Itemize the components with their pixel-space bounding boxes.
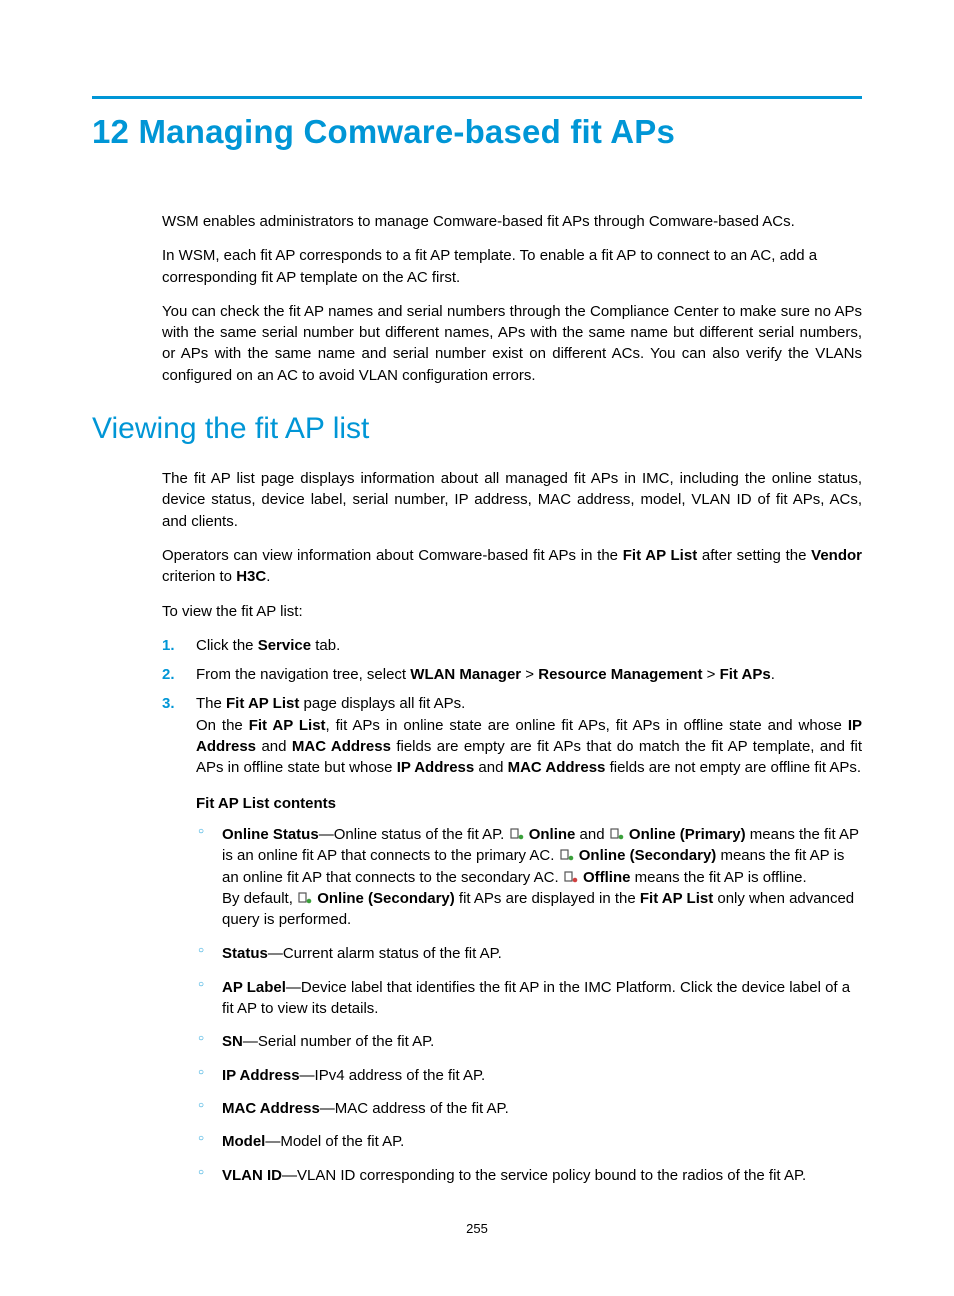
- t: Online (Secondary): [579, 847, 717, 864]
- section-title: Viewing the fit AP list: [92, 412, 862, 446]
- t: SN: [222, 1033, 243, 1050]
- t: >: [702, 666, 719, 683]
- t: —Device label that identifies the fit AP…: [222, 979, 850, 1017]
- t: fit APs are displayed in the: [455, 890, 640, 907]
- t: Offline: [583, 869, 631, 886]
- bullet-online-status: Online Status—Online status of the fit A…: [196, 824, 862, 930]
- t: —Serial number of the fit AP.: [243, 1033, 435, 1050]
- t: fields are not empty are offline fit APs…: [605, 759, 861, 776]
- t: Online (Secondary): [317, 890, 455, 907]
- bullet-model: Model—Model of the fit AP.: [196, 1131, 862, 1152]
- t: WLAN Manager: [410, 666, 521, 683]
- ap-online-icon: [510, 828, 524, 840]
- t: —Online status of the fit AP.: [319, 826, 509, 843]
- t: —IPv4 address of the fit AP.: [300, 1067, 486, 1084]
- t: Fit AP List: [623, 547, 697, 564]
- t: tab.: [311, 637, 340, 654]
- t: and: [575, 826, 608, 843]
- t: Fit AP List: [249, 717, 326, 734]
- bullet-sn: SN—Serial number of the fit AP.: [196, 1031, 862, 1052]
- t: page displays all fit APs.: [299, 695, 465, 712]
- bullet-status: Status—Current alarm status of the fit A…: [196, 943, 862, 964]
- bullet-vlan-id: VLAN ID—VLAN ID corresponding to the ser…: [196, 1165, 862, 1186]
- t: From the navigation tree, select: [196, 666, 410, 683]
- step-3: 3. The Fit AP List page displays all fit…: [162, 693, 862, 1185]
- contents-head: Fit AP List contents: [196, 793, 862, 814]
- t: Vendor: [811, 547, 862, 564]
- view-p3: To view the fit AP list:: [162, 601, 862, 622]
- t: Fit AP List: [640, 890, 713, 907]
- t: —VLAN ID corresponding to the service po…: [282, 1167, 806, 1184]
- bullet-ip-address: IP Address—IPv4 address of the fit AP.: [196, 1065, 862, 1086]
- t: —Model of the fit AP.: [265, 1133, 404, 1150]
- t: —Current alarm status of the fit AP.: [268, 945, 502, 962]
- t: By default,: [222, 890, 297, 907]
- t: IP Address: [397, 759, 475, 776]
- t: On the: [196, 717, 249, 734]
- ap-online-primary-icon: [610, 828, 624, 840]
- page-number: 255: [0, 1221, 954, 1236]
- intro-p1: WSM enables administrators to manage Com…: [162, 211, 862, 232]
- t: —MAC address of the fit AP.: [320, 1100, 509, 1117]
- bullet-ap-label: AP Label—Device label that identifies th…: [196, 977, 862, 1020]
- t: MAC Address: [222, 1100, 320, 1117]
- t: Fit APs: [720, 666, 771, 683]
- view-p1: The fit AP list page displays informatio…: [162, 468, 862, 532]
- t: .: [771, 666, 775, 683]
- step-num: 2.: [162, 664, 175, 685]
- t: criterion to: [162, 568, 236, 585]
- t: and: [256, 738, 292, 755]
- t: Resource Management: [538, 666, 702, 683]
- bullet-mac-address: MAC Address—MAC address of the fit AP.: [196, 1098, 862, 1119]
- step-1: 1. Click the Service tab.: [162, 635, 862, 656]
- t: H3C: [236, 568, 266, 585]
- intro-p3: You can check the fit AP names and seria…: [162, 301, 862, 386]
- t: MAC Address: [508, 759, 606, 776]
- t: Fit AP List: [226, 695, 299, 712]
- step-num: 1.: [162, 635, 175, 656]
- t: AP Label: [222, 979, 286, 996]
- t: Service: [258, 637, 311, 654]
- step-2: 2. From the navigation tree, select WLAN…: [162, 664, 862, 685]
- t: VLAN ID: [222, 1167, 282, 1184]
- chapter-rule: [92, 96, 862, 99]
- t: after setting the: [697, 547, 811, 564]
- t: Online Status: [222, 826, 319, 843]
- t: Online: [529, 826, 576, 843]
- bullet-online-status-sub: By default, Online (Secondary) fit APs a…: [222, 888, 862, 931]
- ap-online-secondary-icon: [298, 892, 312, 904]
- t: >: [521, 666, 538, 683]
- ap-online-secondary-icon: [560, 849, 574, 861]
- t: Status: [222, 945, 268, 962]
- t: MAC Address: [292, 738, 391, 755]
- t: Model: [222, 1133, 265, 1150]
- t: IP Address: [222, 1067, 300, 1084]
- t: , fit APs in online state are online fit…: [326, 717, 848, 734]
- t: means the fit AP is offline.: [630, 869, 806, 886]
- step-3-sub: On the Fit AP List, fit APs in online st…: [196, 715, 862, 779]
- t: Operators can view information about Com…: [162, 547, 623, 564]
- t: and: [474, 759, 507, 776]
- chapter-title: 12 Managing Comware-based fit APs: [92, 113, 862, 151]
- view-p2: Operators can view information about Com…: [162, 545, 862, 588]
- t: Online (Primary): [629, 826, 746, 843]
- intro-p2: In WSM, each fit AP corresponds to a fit…: [162, 245, 862, 288]
- ap-offline-icon: [564, 871, 578, 883]
- t: Click the: [196, 637, 258, 654]
- t: .: [266, 568, 270, 585]
- t: The: [196, 695, 226, 712]
- step-num: 3.: [162, 693, 175, 714]
